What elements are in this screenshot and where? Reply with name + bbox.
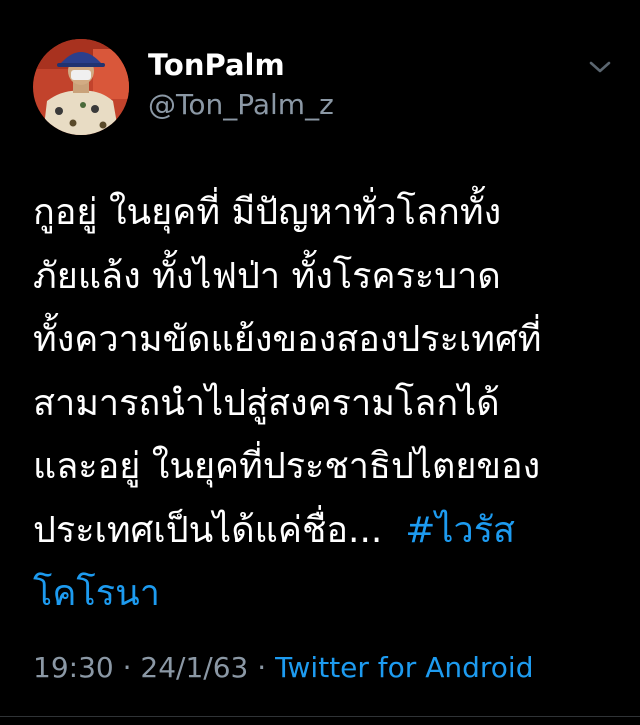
user-handle[interactable]: @Ton_Palm_z [148,88,334,121]
tweet-text-line: ทั้งความขัดแย้งของสองประเทศที่ [33,319,542,360]
hashtag-link[interactable]: #ไวรัส [405,510,515,551]
tweet-time[interactable]: 19:30 [33,651,114,684]
tweet-meta: 19:30 · 24/1/63 · Twitter for Android [33,651,533,684]
avatar-photo [33,39,129,135]
hashtag-link-continued[interactable]: โคโรนา [33,562,623,626]
meta-separator: · [113,651,141,684]
tweet-text-line-with-hashtag: ประเทศเป็นได้แค่ชื่อ... #ไวรัส [33,499,623,563]
tweet-text-line: กูอยู่ ในยุคที่ มีปัญหาทั่วโลกทั้ง [33,192,502,233]
meta-separator: · [248,651,276,684]
chevron-down-icon[interactable] [586,56,614,78]
tweet-date[interactable]: 24/1/63 [140,651,248,684]
tweet-text-line: และอยู่ ในยุคที่ประชาธิปไตยของ [33,446,541,487]
display-name[interactable]: TonPalm [148,48,285,82]
tweet-text-line: สามารถนำไปสู่สงครามโลกได้ [33,382,500,424]
tweet-card[interactable]: TonPalm @Ton_Palm_z กูอยู่ ในยุคที่ มีปั… [0,0,640,725]
avatar[interactable] [33,39,129,135]
divider [0,716,640,717]
tweet-text: กูอยู่ ในยุคที่ มีปัญหาทั่วโลกทั้ง ภัยแล… [33,181,623,626]
tweet-text-line: ประเทศเป็นได้แค่ชื่อ... [33,509,406,551]
tweet-text-line: ภัยแล้ง ทั้งไฟป่า ทั้งโรคระบาด [33,255,501,297]
tweet-source-link[interactable]: Twitter for Android [275,651,533,684]
